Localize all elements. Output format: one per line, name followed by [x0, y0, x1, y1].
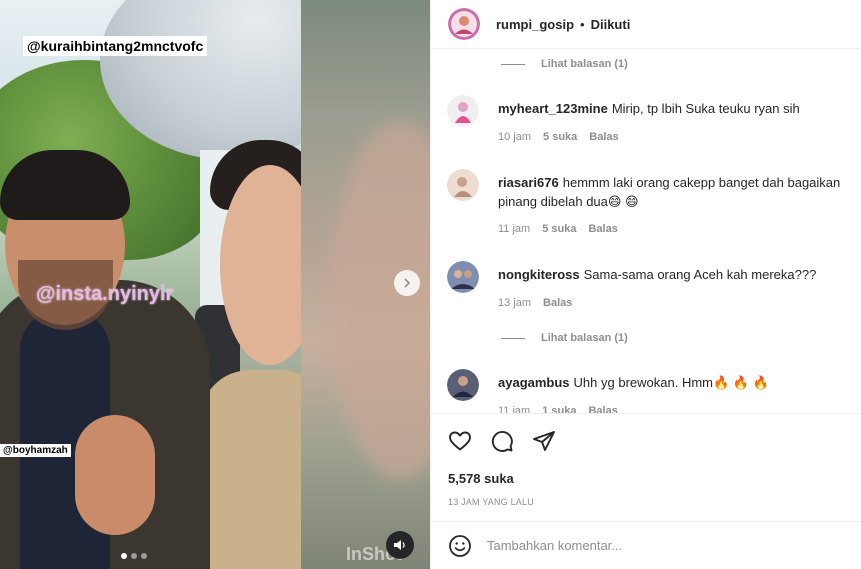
comment-likes[interactable]: 1 suka — [542, 405, 576, 413]
reply-button[interactable]: Balas — [588, 223, 617, 235]
carousel-next-button[interactable] — [394, 270, 420, 296]
header-separator: • — [580, 16, 585, 32]
post-header: rumpi_gosip • Diikuti — [431, 0, 861, 49]
person-right-body — [200, 370, 301, 569]
comment-time: 13 jam — [498, 297, 532, 309]
comment-input[interactable] — [487, 538, 817, 553]
comment-meta: 13 jam Balas — [498, 297, 572, 309]
emoji-icon — [449, 534, 471, 557]
comment-meta: 10 jam 5 suka Balas — [498, 131, 619, 143]
chevron-right-icon — [404, 278, 411, 288]
video-frame: @kuraihbintang2mnctvofc @insta.nyinyir @… — [0, 0, 301, 569]
post-sidebar: rumpi_gosip • Diikuti Lihat balasan (1) … — [430, 0, 861, 569]
reply-button[interactable]: Balas — [589, 131, 618, 143]
like-count[interactable]: 5,578 suka — [448, 471, 514, 486]
comment-composer — [431, 521, 861, 569]
comment-body: Mirip, tp lbih Suka teuku ryan sih — [611, 101, 800, 116]
media-watermark: @insta.nyinyir — [36, 283, 174, 305]
comment-list[interactable]: Lihat balasan (1) myheart_123mine Mirip, … — [431, 49, 861, 413]
audio-toggle-button[interactable] — [386, 531, 414, 559]
comment-likes[interactable]: 5 suka — [543, 131, 577, 143]
media-tag-top: @kuraihbintang2mnctvofc — [23, 36, 208, 56]
like-button[interactable] — [447, 428, 473, 454]
comment-username[interactable]: riasari676 — [498, 175, 559, 190]
reply-button[interactable]: Balas — [543, 297, 572, 309]
avatar[interactable] — [447, 369, 479, 401]
post-actions: 5,578 suka 13 JAM YANG LALU — [431, 413, 861, 521]
carousel-dot — [141, 553, 147, 559]
comment-time: 10 jam — [498, 131, 532, 143]
carousel-indicator — [121, 553, 147, 559]
comment-username[interactable]: myheart_123mine — [498, 101, 608, 116]
comment-meta: 11 jam 5 suka Balas — [498, 223, 618, 235]
comment-meta: 11 jam 1 suka Balas — [498, 405, 618, 413]
avatar[interactable] — [447, 169, 479, 201]
view-replies-button[interactable]: Lihat balasan (1) — [501, 58, 628, 70]
thumbs-up-hand — [75, 415, 155, 535]
comment-text: nongkiteross Sama-sama orang Aceh kah mer… — [498, 265, 861, 284]
post-timestamp: 13 JAM YANG LALU — [448, 497, 534, 507]
action-icons — [447, 428, 557, 454]
heart-icon — [449, 431, 471, 451]
comment-time: 11 jam — [498, 405, 531, 413]
emoji-button[interactable] — [447, 533, 473, 559]
avatar[interactable] — [447, 261, 479, 293]
comment-text: ayagambus Uhh yg brewokan. Hmm🔥 🔥 🔥 — [498, 373, 861, 392]
view-replies-button[interactable]: Lihat balasan (1) — [501, 332, 628, 344]
post-media[interactable]: @kuraihbintang2mnctvofc @insta.nyinyir @… — [0, 0, 430, 569]
avatar[interactable] — [448, 8, 480, 40]
media-tag-side: @boyhamzah — [0, 444, 71, 457]
view-replies-label: Lihat balasan (1) — [541, 58, 628, 70]
comment-time: 11 jam — [498, 223, 531, 235]
view-replies-label: Lihat balasan (1) — [541, 332, 628, 344]
comment-text: riasari676 hemmm laki orang cakepp banget… — [498, 173, 861, 211]
divider-line — [501, 63, 525, 65]
comment-likes[interactable]: 5 suka — [542, 223, 576, 235]
comment-username[interactable]: ayagambus — [498, 375, 570, 390]
comment-username[interactable]: nongkiteross — [498, 267, 580, 282]
carousel-dot — [121, 553, 127, 559]
comment-button[interactable] — [489, 428, 515, 454]
post-author-username[interactable]: rumpi_gosip — [496, 17, 574, 32]
avatar[interactable] — [447, 95, 479, 127]
divider-line — [501, 337, 525, 339]
comment-icon — [491, 431, 513, 452]
comment-body: Sama-sama orang Aceh kah mereka??? — [583, 267, 817, 282]
following-status-button[interactable]: Diikuti — [591, 17, 631, 32]
comment-body: Uhh yg brewokan. Hmm🔥 🔥 🔥 — [573, 375, 769, 390]
carousel-dot — [131, 553, 137, 559]
comment-text: myheart_123mine Mirip, tp lbih Suka teuku… — [498, 99, 861, 118]
share-button[interactable] — [531, 428, 557, 454]
share-icon — [533, 431, 555, 451]
reply-button[interactable]: Balas — [588, 405, 617, 413]
speaker-icon — [394, 540, 405, 550]
